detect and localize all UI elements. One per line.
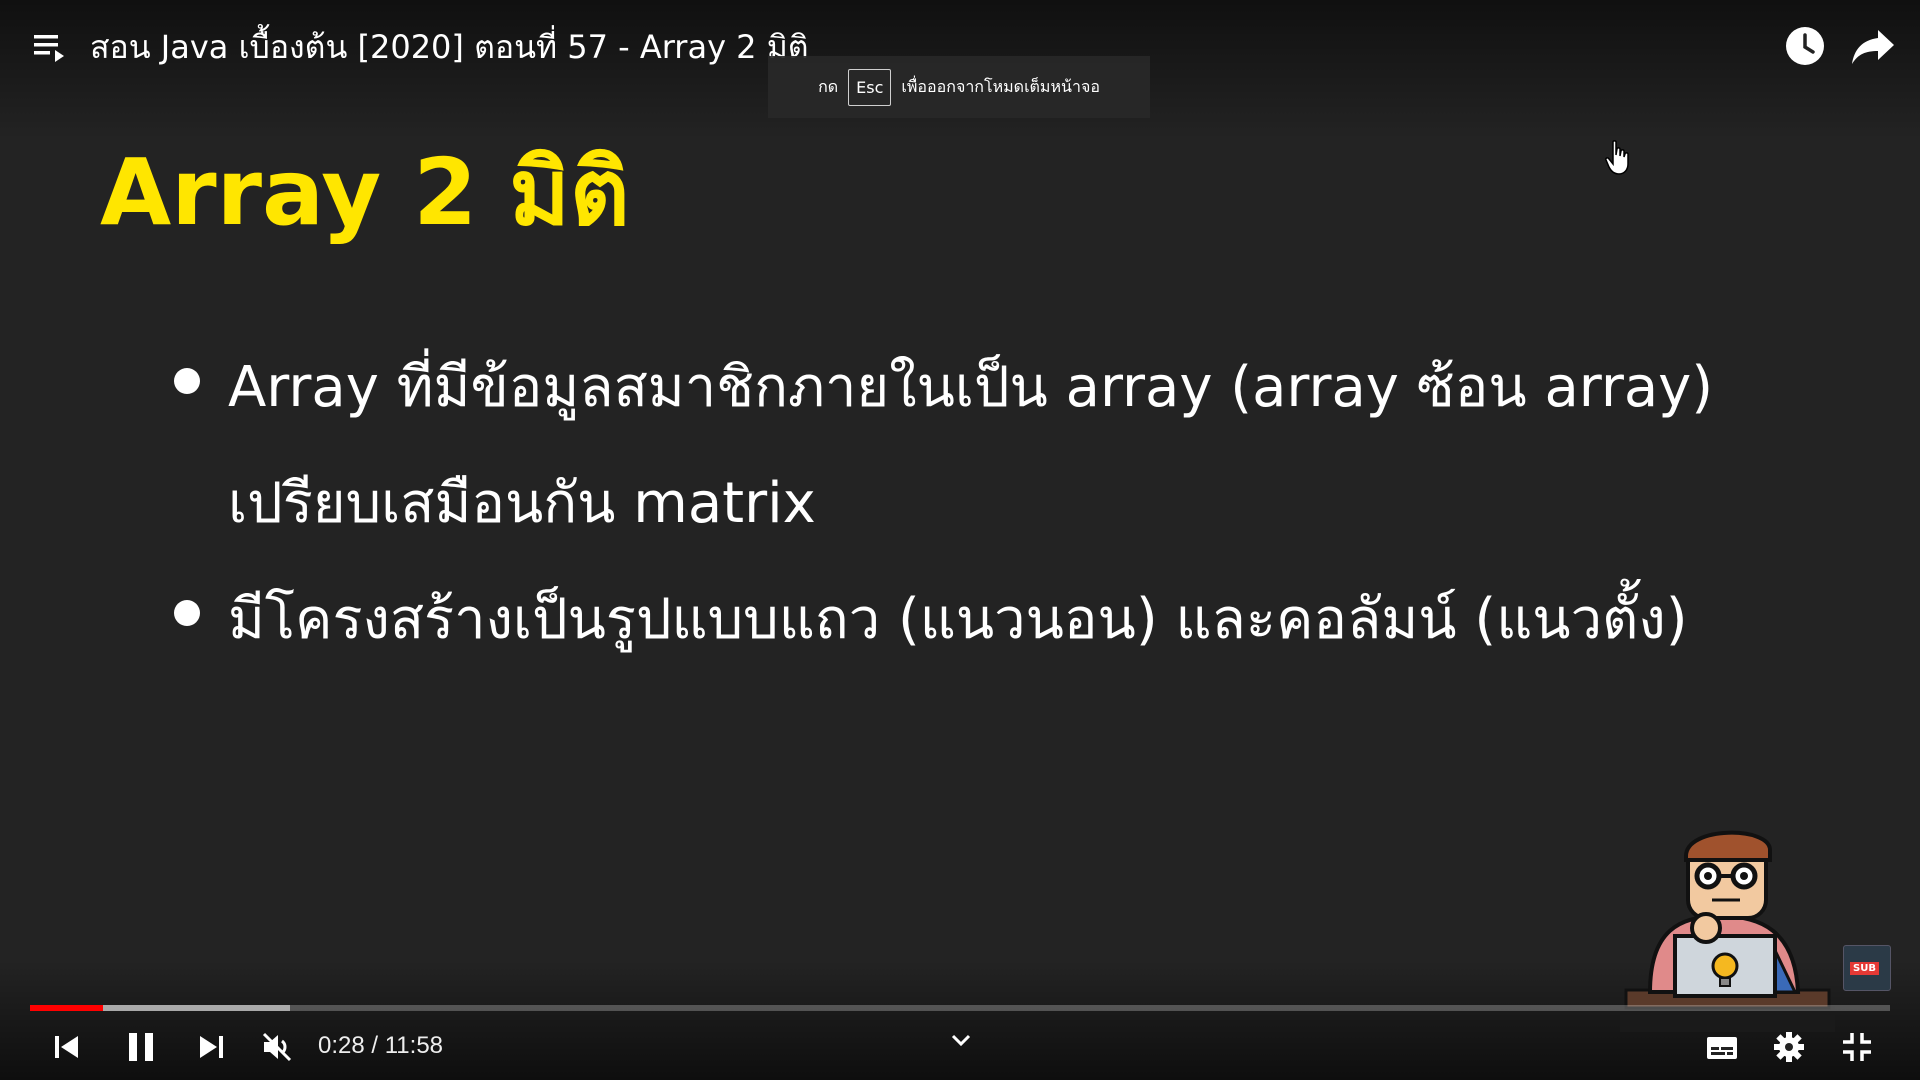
clock-icon [1786,27,1824,65]
settings-button[interactable] [1772,1030,1806,1064]
playlist-icon [34,35,64,62]
time-display: 0:28 / 11:58 [318,1032,443,1060]
watch-later-button[interactable] [1783,24,1827,68]
share-button[interactable] [1850,24,1896,68]
exit-fullscreen-icon [1843,1033,1871,1061]
progress-played [30,1005,103,1011]
subtitles-button[interactable] [1704,1030,1740,1064]
time-separator: / [364,1032,385,1059]
bullet-2-line-1: มีโครงสร้างเป็นรูปแบบแถว (แนวนอน) และคอล… [228,587,1688,652]
bullet-dot [174,368,200,394]
exit-fullscreen-button[interactable] [1840,1030,1874,1064]
slide-title: Array 2 มิติ [100,139,630,246]
bullet-1-line-2: เปรียบเสมือนกัน matrix [228,471,816,536]
next-button[interactable] [194,1030,228,1064]
progress-bar[interactable] [30,1005,1890,1011]
video-player[interactable]: Array 2 มิติ Array ที่มีข้อมูลสมาชิกภายใ… [0,0,1920,1080]
expand-chevron-button[interactable] [948,1030,974,1050]
mute-button[interactable] [260,1030,294,1064]
duration: 11:58 [384,1032,444,1059]
pause-icon [129,1033,153,1061]
previous-button[interactable] [50,1030,84,1064]
pause-button[interactable] [122,1028,160,1066]
channel-mascot-icon [1620,830,1835,1032]
exit-fullscreen-toast: กด Esc เพื่อออกจากโหมดเต็มหน้าจอ [768,56,1150,118]
skip-previous-icon [55,1036,78,1058]
subscribe-label: SUB [1850,962,1879,975]
toast-message: เพื่อออกจากโหมดเต็มหน้าจอ [901,76,1100,96]
bullet-1-line-1: Array ที่มีข้อมูลสมาชิกภายในเป็น array (… [228,355,1714,420]
toast-prefix: กด [818,76,839,96]
bullet-dot [174,600,200,626]
gear-icon [1774,1032,1804,1062]
subscribe-watermark[interactable]: SUB [1843,945,1891,991]
hand-cursor-icon [1605,140,1629,175]
volume-muted-icon [262,1032,292,1062]
current-time: 0:28 [318,1032,365,1059]
video-title[interactable]: สอน Java เบื้องต้น [2020] ตอนที่ 57 - Ar… [90,22,809,73]
chevron-down-icon [951,1034,971,1047]
esc-key: Esc [848,68,892,106]
share-icon [1852,30,1894,64]
subtitles-icon [1707,1037,1737,1059]
playlist-button[interactable] [30,26,70,66]
skip-next-icon [200,1036,223,1058]
